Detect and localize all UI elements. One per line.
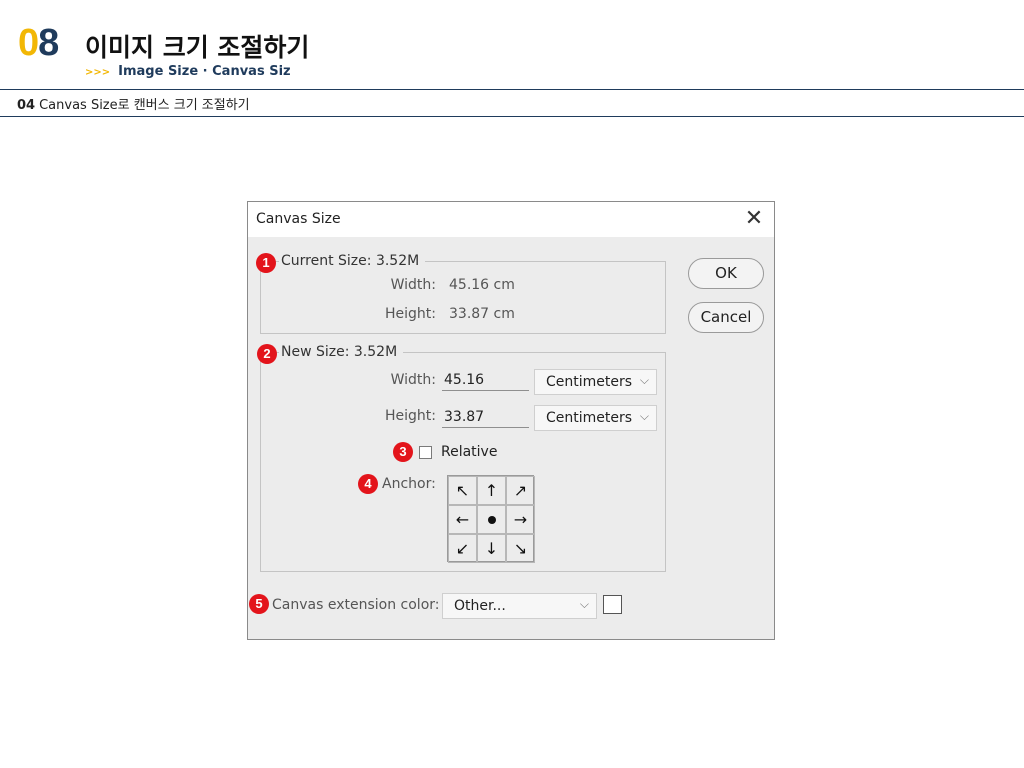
section-title: Canvas Size로 캔버스 크기 조절하기 (39, 98, 250, 113)
extension-color-select[interactable]: Other... ⌵ (442, 593, 597, 619)
current-size-legend: Current Size: 3.52M (279, 253, 426, 269)
ok-button[interactable]: OK (688, 258, 764, 289)
relative-checkbox[interactable] (419, 446, 432, 459)
new-size-legend: New Size: 3.52M (279, 344, 404, 360)
cancel-button[interactable]: Cancel (688, 302, 764, 333)
header-rule-bottom (0, 116, 1024, 117)
anchor-center[interactable] (477, 505, 506, 534)
new-height-input[interactable] (442, 406, 529, 428)
anchor-grid: ↖ ↑ ↗ ← → ↙ ↓ ↘ (447, 475, 535, 563)
chapter-number: 08 (18, 22, 59, 65)
anchor-middle-left[interactable]: ← (448, 505, 477, 534)
current-height-label: Height: (385, 306, 436, 322)
new-height-label: Height: (385, 408, 436, 424)
height-unit-value: Centimeters (546, 410, 633, 426)
subtitle-text: Image Size · Canvas Siz (118, 64, 291, 79)
anchor-top-right[interactable]: ↗ (506, 476, 535, 505)
section-heading: 04 Canvas Size로 캔버스 크기 조절하기 (17, 94, 250, 113)
current-width-value: 45.16 cm (449, 277, 515, 293)
relative-label: Relative (441, 444, 498, 460)
anchor-center-dot-icon (487, 515, 496, 524)
chevron-down-icon: ⌵ (639, 373, 649, 387)
anchor-bottom-center[interactable]: ↓ (477, 534, 506, 563)
width-unit-select[interactable]: Centimeters ⌵ (534, 369, 657, 395)
callout-badge-5: 5 (249, 594, 269, 614)
chapter-title: 이미지 크기 조절하기 (85, 33, 310, 62)
callout-badge-3: 3 (393, 442, 413, 462)
extension-color-value: Other... (454, 598, 506, 614)
chevron-down-icon: ⌵ (639, 409, 649, 423)
subtitle-arrows: >>> (85, 67, 111, 78)
close-icon[interactable]: ✕ (742, 205, 766, 233)
extension-color-label: Canvas extension color: (272, 597, 440, 613)
dialog-title: Canvas Size (256, 211, 341, 227)
new-width-label: Width: (390, 372, 436, 388)
chapter-subtitle: >>> Image Size · Canvas Siz (85, 64, 291, 79)
new-width-input[interactable] (442, 369, 529, 391)
width-unit-value: Centimeters (546, 374, 633, 390)
current-size-group (260, 261, 666, 334)
extension-color-swatch[interactable] (603, 595, 622, 614)
header-rule-top (0, 89, 1024, 90)
dialog-titlebar: Canvas Size ✕ (248, 202, 774, 237)
height-unit-select[interactable]: Centimeters ⌵ (534, 405, 657, 431)
anchor-top-center[interactable]: ↑ (477, 476, 506, 505)
callout-badge-4: 4 (358, 474, 378, 494)
anchor-bottom-left[interactable]: ↙ (448, 534, 477, 563)
current-width-label: Width: (390, 277, 436, 293)
callout-badge-1: 1 (256, 253, 276, 273)
anchor-label: Anchor: (382, 476, 436, 492)
chapter-number-second-digit: 8 (38, 22, 59, 64)
anchor-middle-right[interactable]: → (506, 505, 535, 534)
chapter-number-first-digit: 0 (18, 22, 39, 64)
section-number: 04 (17, 98, 36, 113)
anchor-top-left[interactable]: ↖ (448, 476, 477, 505)
anchor-bottom-right[interactable]: ↘ (506, 534, 535, 563)
canvas-size-dialog: Canvas Size ✕ 1 Current Size: 3.52M Widt… (247, 201, 775, 640)
chevron-down-icon: ⌵ (579, 597, 589, 611)
current-height-value: 33.87 cm (449, 306, 515, 322)
callout-badge-2: 2 (257, 344, 277, 364)
